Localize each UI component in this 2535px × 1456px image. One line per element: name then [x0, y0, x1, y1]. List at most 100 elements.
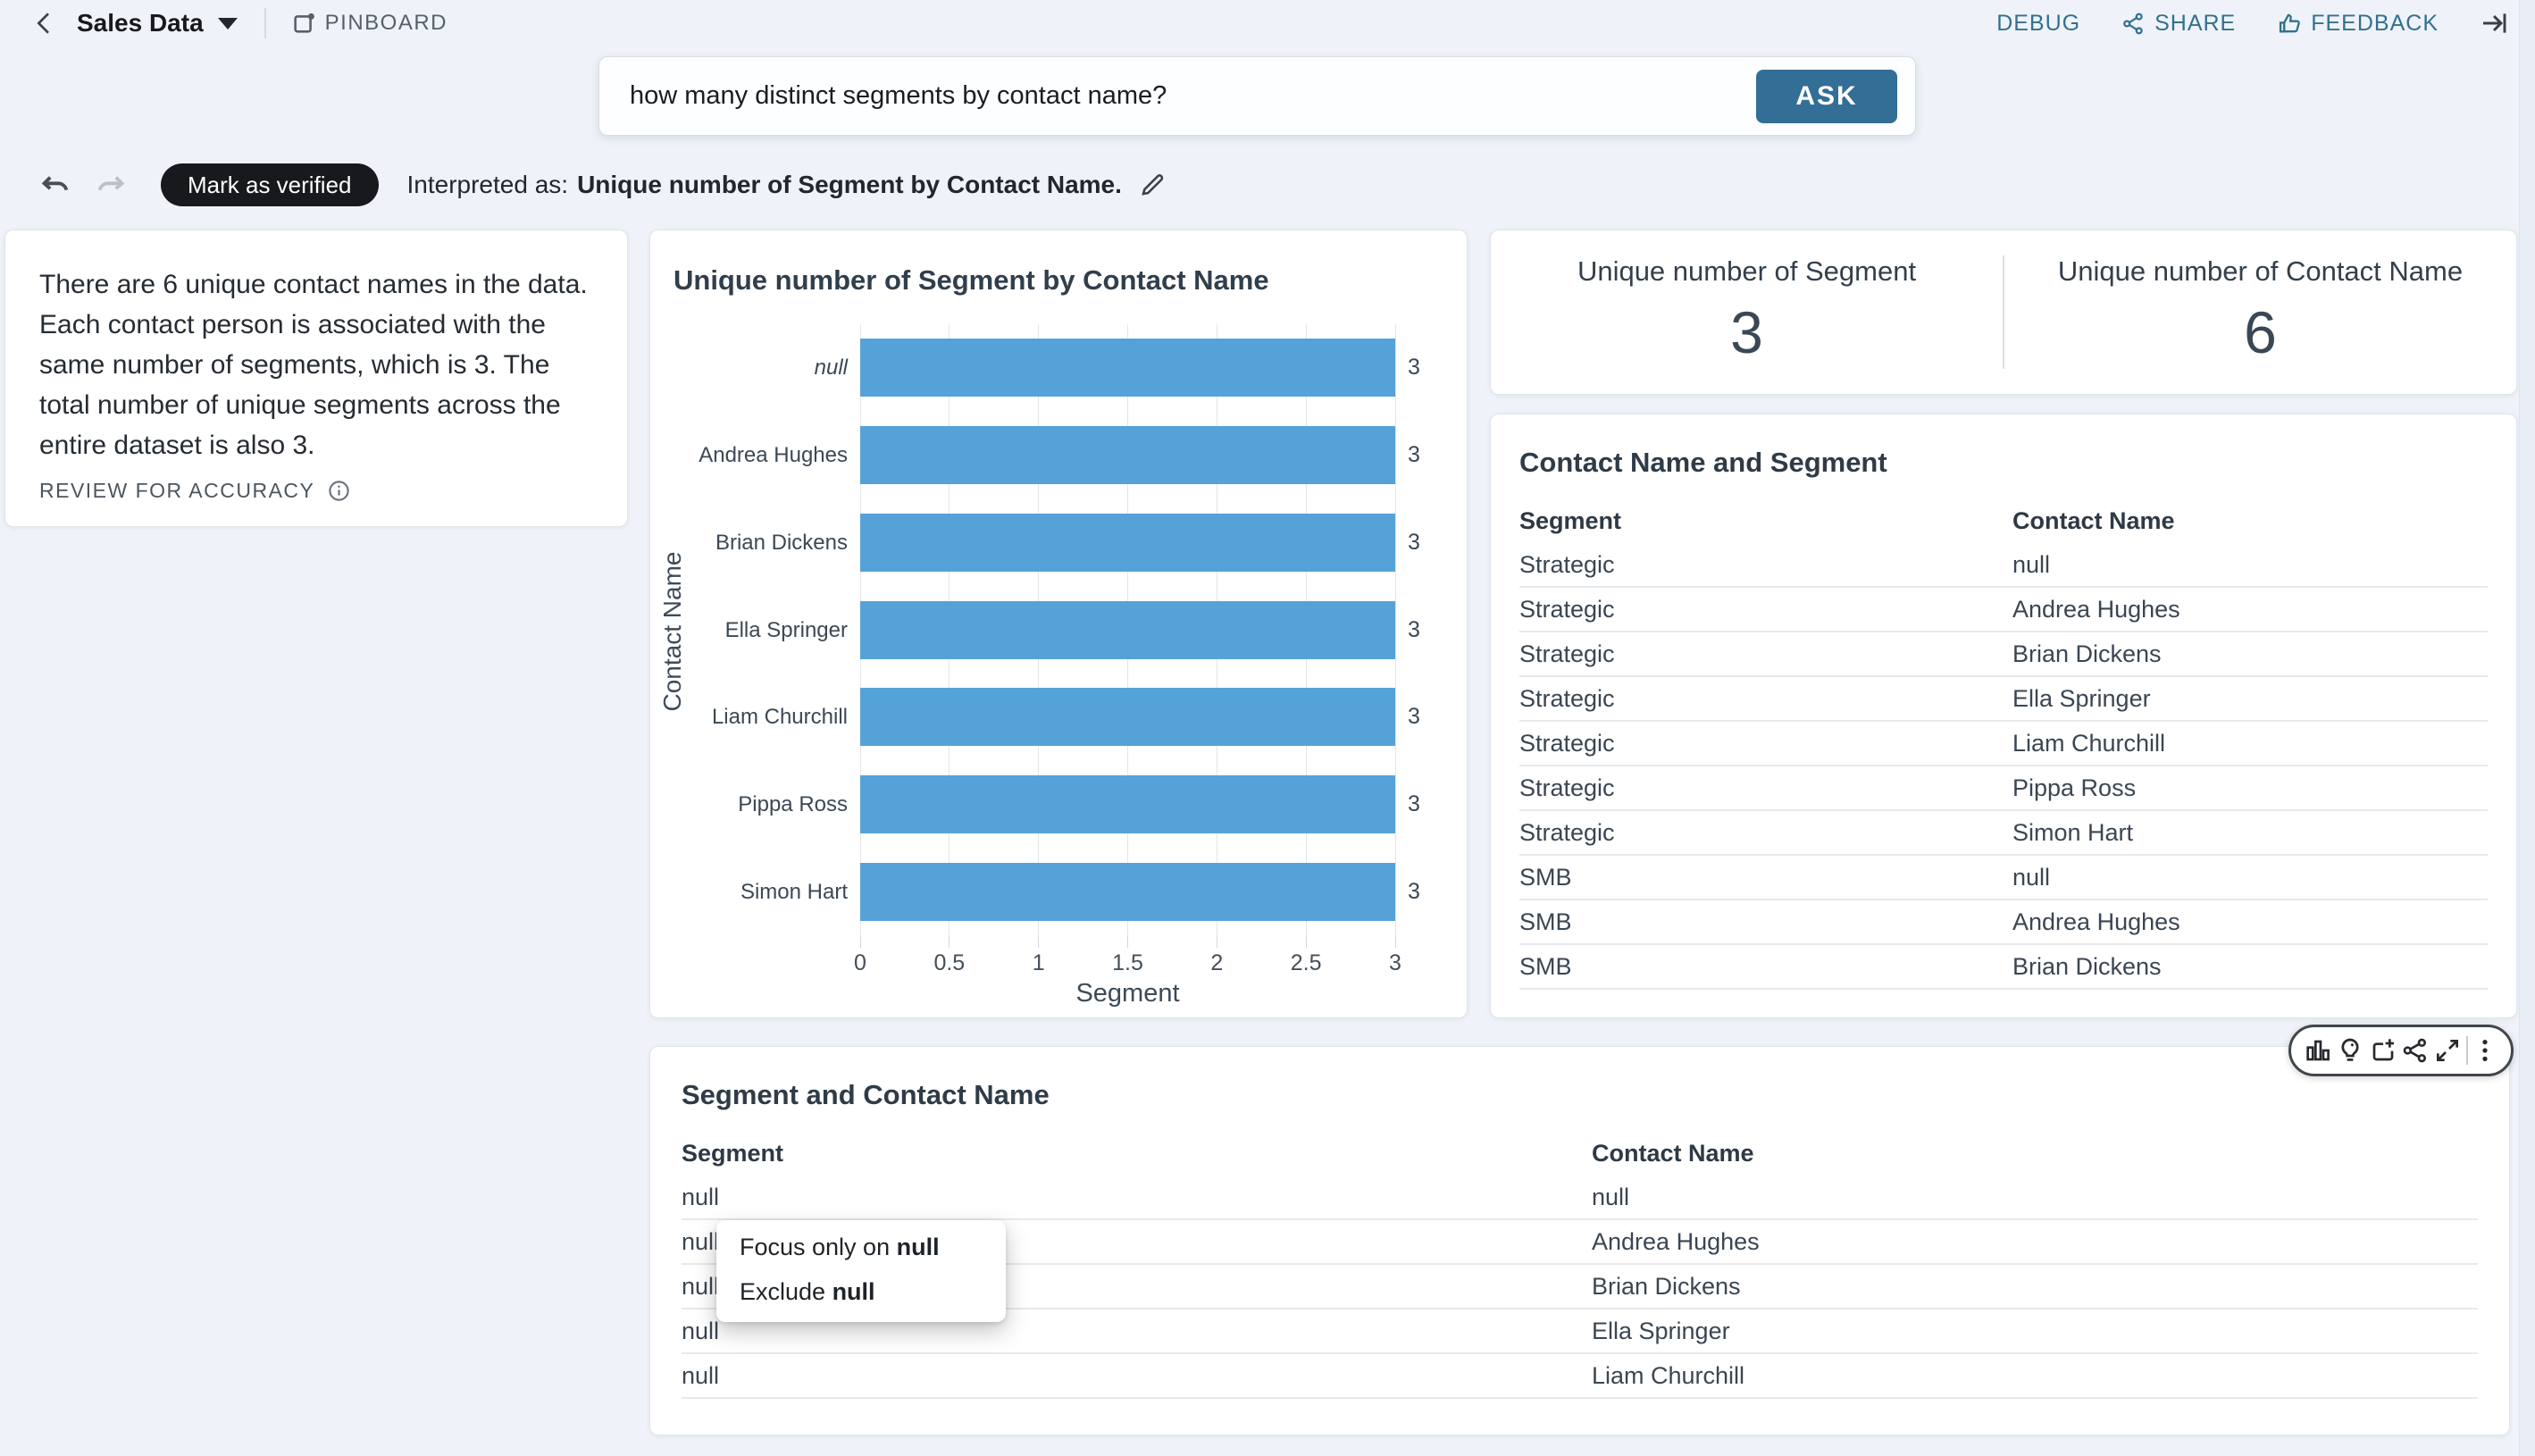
table-cell[interactable]: Pippa Ross: [2012, 774, 2136, 802]
table-cell[interactable]: SMB: [1519, 864, 2012, 891]
table-cell[interactable]: Strategic: [1519, 774, 2012, 802]
question-input[interactable]: [599, 81, 1915, 111]
bar[interactable]: [860, 514, 1395, 572]
kpi-value: 6: [2004, 298, 2516, 366]
table-cell[interactable]: null: [2012, 864, 2050, 891]
table-header-row: SegmentContact Name: [1519, 498, 2488, 543]
x-tick-label: 0: [854, 950, 866, 976]
table-header-row: SegmentContact Name: [682, 1131, 2478, 1176]
bar[interactable]: [860, 688, 1395, 746]
category-label: Liam Churchill: [650, 688, 848, 746]
bar[interactable]: [860, 339, 1395, 397]
table-cell[interactable]: null: [1592, 1184, 1629, 1211]
table-cell[interactable]: Liam Churchill: [1592, 1362, 1744, 1390]
bar[interactable]: [860, 863, 1395, 921]
table-row[interactable]: StrategicPippa Ross: [1519, 766, 2488, 811]
x-tick-label: 1: [1033, 950, 1045, 976]
menu-item-exclude[interactable]: Exclude null: [716, 1269, 1006, 1314]
table-row[interactable]: SMBnull: [1519, 856, 2488, 900]
table-row[interactable]: StrategicElla Springer: [1519, 677, 2488, 722]
x-tick-label: 1.5: [1112, 950, 1143, 976]
table-cell[interactable]: Brian Dickens: [1592, 1273, 1741, 1301]
table-cell[interactable]: Strategic: [1519, 819, 2012, 847]
mark-as-verified-button[interactable]: Mark as verified: [161, 163, 379, 206]
tick-mark: [1038, 935, 1039, 948]
datasource-title[interactable]: Sales Data: [77, 9, 204, 38]
table-cell[interactable]: Andrea Hughes: [2012, 596, 2180, 623]
more-options-icon[interactable]: [2472, 1037, 2498, 1064]
back-icon[interactable]: [30, 9, 59, 38]
undo-icon[interactable]: [38, 167, 73, 203]
edit-pencil-icon[interactable]: [1138, 171, 1167, 199]
lightbulb-icon[interactable]: [2336, 1036, 2364, 1065]
table-row[interactable]: nullnull: [682, 1176, 2478, 1220]
table-cell[interactable]: Liam Churchill: [2012, 730, 2165, 757]
table-cell[interactable]: Andrea Hughes: [1592, 1228, 1760, 1256]
share-icon[interactable]: [2401, 1036, 2430, 1065]
collapse-panel-icon[interactable]: [2480, 9, 2508, 38]
table-cell[interactable]: Strategic: [1519, 596, 2012, 623]
kpi-segment: Unique number of Segment 3: [1491, 230, 2003, 394]
header-divider: [264, 8, 266, 38]
table-cell[interactable]: Brian Dickens: [2012, 640, 2162, 668]
table-row[interactable]: StrategicAndrea Hughes: [1519, 588, 2488, 632]
table-cell[interactable]: SMB: [1519, 908, 2012, 936]
pinboard-tab[interactable]: PINBOARD: [291, 11, 448, 36]
kpi-label: Unique number of Segment: [1491, 255, 2003, 288]
column-header[interactable]: Contact Name: [1592, 1140, 1754, 1167]
column-header[interactable]: Segment: [682, 1140, 1592, 1167]
segment-table-body: SegmentContact NameStrategicnullStrategi…: [1519, 498, 2488, 990]
share-label: SHARE: [2154, 11, 2236, 37]
table-row[interactable]: SMBBrian Dickens: [1519, 945, 2488, 990]
expand-icon[interactable]: [2433, 1036, 2462, 1065]
column-header[interactable]: Segment: [1519, 507, 2012, 535]
bar-chart-card: Unique number of Segment by Contact Name…: [649, 230, 1468, 1018]
toolbar-divider: [2466, 1036, 2468, 1065]
table-cell[interactable]: SMB: [1519, 953, 2012, 981]
feedback-button[interactable]: FEEDBACK: [2277, 11, 2439, 37]
column-header[interactable]: Contact Name: [2012, 507, 2175, 535]
table-cell[interactable]: Brian Dickens: [2012, 953, 2162, 981]
bar-value-label: 3: [1408, 339, 1420, 397]
table-row[interactable]: StrategicSimon Hart: [1519, 811, 2488, 856]
table-cell[interactable]: null: [682, 1184, 1592, 1211]
table-row[interactable]: nullLiam Churchill: [682, 1354, 2478, 1399]
pin-to-pinboard-icon[interactable]: [2369, 1036, 2397, 1065]
table-cell[interactable]: Andrea Hughes: [2012, 908, 2180, 936]
table-row[interactable]: Strategicnull: [1519, 543, 2488, 588]
table-cell[interactable]: Strategic: [1519, 640, 2012, 668]
chevron-down-icon[interactable]: [218, 18, 238, 29]
ask-button[interactable]: ASK: [1756, 70, 1897, 123]
context-menu: Focus only on nullExclude null: [716, 1220, 1006, 1322]
bar-value-label: 3: [1408, 426, 1420, 484]
table-cell[interactable]: Simon Hart: [2012, 819, 2133, 847]
table-cell[interactable]: Strategic: [1519, 551, 2012, 579]
vertical-scrollbar[interactable]: [2519, 0, 2535, 1456]
table-row[interactable]: StrategicBrian Dickens: [1519, 632, 2488, 677]
table-cell[interactable]: Strategic: [1519, 685, 2012, 713]
menu-item-focus-only[interactable]: Focus only on null: [716, 1225, 1006, 1269]
debug-button[interactable]: DEBUG: [1996, 11, 2080, 37]
table-cell[interactable]: Ella Springer: [2012, 685, 2151, 713]
bar-value-label: 3: [1408, 601, 1420, 659]
bar[interactable]: [860, 426, 1395, 484]
verify-row: Mark as verified Interpreted as: Unique …: [38, 163, 1167, 207]
share-button[interactable]: SHARE: [2121, 11, 2236, 37]
bar[interactable]: [860, 601, 1395, 659]
ask-bar: ASK: [598, 56, 1916, 136]
table-cell[interactable]: null: [2012, 551, 2050, 579]
table-cell[interactable]: null: [682, 1362, 1592, 1390]
table-cell[interactable]: Strategic: [1519, 730, 2012, 757]
info-icon[interactable]: [327, 479, 351, 503]
table-row[interactable]: SMBAndrea Hughes: [1519, 900, 2488, 945]
column-chart-icon[interactable]: [2304, 1036, 2332, 1065]
bar[interactable]: [860, 775, 1395, 833]
answer-text: There are 6 unique contact names in the …: [39, 264, 593, 465]
tick-mark: [860, 935, 861, 948]
interpreted-as-text: Interpreted as: Unique number of Segment…: [407, 171, 1122, 199]
table-row[interactable]: StrategicLiam Churchill: [1519, 722, 2488, 766]
category-label: null: [650, 339, 848, 397]
table-cell[interactable]: Ella Springer: [1592, 1318, 1730, 1345]
kpi-contact-name: Unique number of Contact Name 6: [2004, 230, 2516, 394]
redo-icon[interactable]: [93, 167, 129, 203]
